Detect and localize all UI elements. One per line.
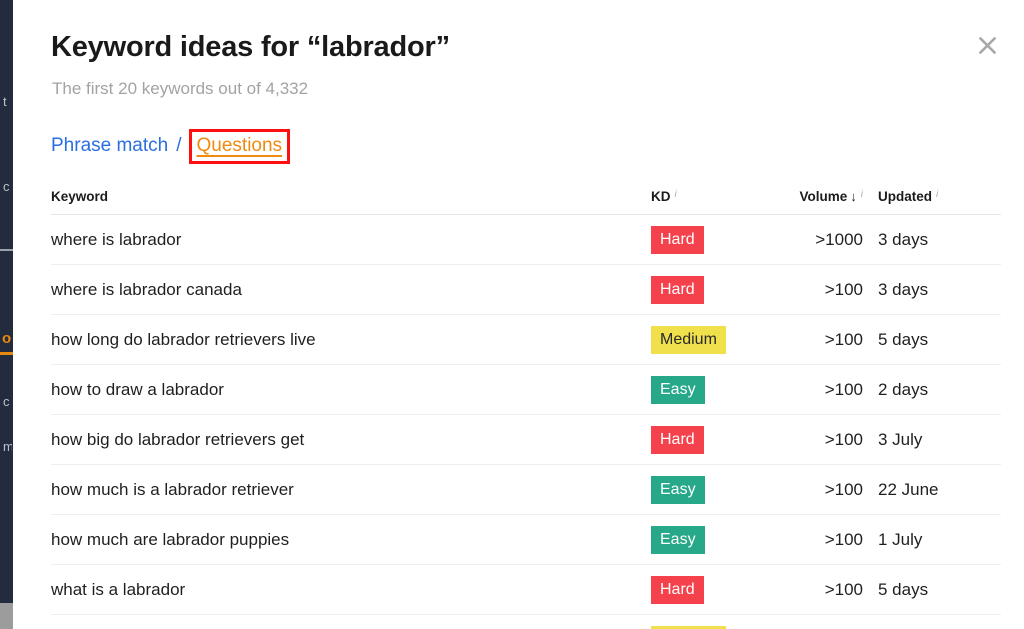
table-row[interactable]: how to draw a labrador Easy >100 2 days	[51, 365, 1001, 415]
match-mode-links: Phrase match / Questions	[51, 129, 291, 164]
close-icon[interactable]	[972, 30, 1002, 60]
table-row[interactable]: how much are labrador puppies Easy >100 1 J…	[51, 515, 1001, 565]
column-header-keyword-label: Keyword	[51, 188, 109, 204]
keyword-ideas-modal: Keyword ideas for “labrador” The first 2…	[13, 0, 1024, 629]
sidebar-divider	[0, 249, 13, 251]
kd-badge: Hard	[651, 225, 704, 254]
sidebar-active-underline	[0, 352, 13, 355]
cell-keyword[interactable]: how much are labrador puppies	[51, 530, 651, 550]
cell-volume: >100	[824, 279, 863, 299]
mode-separator: /	[176, 135, 182, 156]
cell-updated: 3 July	[878, 429, 923, 449]
kd-badge: Easy	[651, 525, 705, 554]
background-sidebar[interactable]: t c o c m	[0, 0, 13, 603]
info-icon[interactable]: i	[936, 189, 938, 200]
questions-highlight-box: Questions	[188, 129, 291, 164]
cell-keyword[interactable]: how to draw a labrador	[51, 380, 651, 400]
cell-keyword[interactable]: how long do labrador retrievers live	[51, 330, 651, 350]
kd-badge: Hard	[651, 575, 704, 604]
table-row[interactable]: where is labrador canada Hard >100 3 days	[51, 265, 1001, 315]
table-row[interactable]: how big do labrador retrievers get Hard >1…	[51, 415, 1001, 465]
cell-kd: Easy	[651, 475, 767, 504]
kd-badge: Hard	[651, 275, 704, 304]
kd-badge: Medium	[651, 625, 726, 629]
cell-volume: >100	[824, 529, 863, 549]
cell-keyword[interactable]: where is labrador	[51, 230, 651, 250]
kd-badge: Easy	[651, 375, 705, 404]
cell-updated: 5 days	[878, 579, 929, 599]
info-icon[interactable]: i	[861, 189, 863, 200]
column-header-updated[interactable]: Updated i	[865, 189, 1008, 204]
column-header-kd-label: KD	[651, 188, 671, 204]
cell-kd: Hard	[651, 425, 767, 454]
cell-kd: Easy	[651, 375, 767, 404]
column-header-updated-label: Updated	[878, 188, 932, 204]
cell-volume: >100	[824, 329, 863, 349]
cell-updated: 3 days	[878, 229, 929, 249]
sort-descending-icon[interactable]: ↓	[850, 189, 857, 204]
kd-badge: Medium	[651, 325, 726, 354]
tab-questions[interactable]: Questions	[197, 135, 283, 156]
table-row[interactable]: where is labrador Hard >1000 3 days	[51, 215, 1001, 265]
table-body: where is labrador Hard >1000 3 days where is…	[51, 215, 1001, 629]
table-row-partial[interactable]: Medium	[51, 615, 1001, 629]
cell-updated: 3 days	[878, 279, 929, 299]
table-header-row: Keyword KD i Volume ↓ i Updated i	[51, 178, 1001, 215]
cell-keyword[interactable]: where is labrador canada	[51, 280, 651, 300]
column-header-kd[interactable]: KD i	[651, 189, 767, 204]
cell-kd: Hard	[651, 275, 767, 304]
cell-kd: Easy	[651, 525, 767, 554]
table-row[interactable]: how long do labrador retrievers live Medi…	[51, 315, 1001, 365]
kd-badge: Hard	[651, 425, 704, 454]
cell-volume: >100	[824, 579, 863, 599]
table-row[interactable]: what is a labrador Hard >100 5 days	[51, 565, 1001, 615]
sidebar-glyph-active: o	[2, 330, 11, 347]
tab-phrase-match[interactable]: Phrase match	[51, 135, 168, 157]
sidebar-glyph: c	[3, 395, 10, 409]
background-bottom-strip	[0, 603, 13, 629]
info-icon[interactable]: i	[675, 189, 677, 200]
keyword-table: Keyword KD i Volume ↓ i Updated i where …	[51, 178, 1001, 629]
cell-kd: Medium	[651, 325, 767, 354]
cell-updated: 22 June	[878, 479, 939, 499]
cell-volume: >100	[824, 479, 863, 499]
column-header-keyword[interactable]: Keyword	[51, 189, 651, 204]
cell-kd: Medium	[651, 625, 767, 629]
results-count-subtitle: The first 20 keywords out of 4,332	[52, 79, 309, 98]
cell-kd: Hard	[651, 575, 767, 604]
column-header-volume[interactable]: Volume ↓ i	[767, 189, 865, 204]
cell-updated: 2 days	[878, 379, 929, 399]
column-header-volume-label: Volume	[799, 188, 848, 204]
cell-volume: >100	[824, 379, 863, 399]
cell-volume: >100	[824, 429, 863, 449]
page-title: Keyword ideas for “labrador”	[51, 31, 450, 63]
close-icon-glyph	[978, 36, 996, 54]
cell-keyword[interactable]: how big do labrador retrievers get	[51, 430, 651, 450]
sidebar-glyph: t	[3, 95, 7, 109]
cell-kd: Hard	[651, 225, 767, 254]
cell-keyword[interactable]: what is a labrador	[51, 580, 651, 600]
cell-updated: 1 July	[878, 529, 923, 549]
kd-badge: Easy	[651, 475, 705, 504]
cell-volume: >1000	[815, 229, 863, 249]
cell-updated: 5 days	[878, 329, 929, 349]
table-row[interactable]: how much is a labrador retriever Easy >100…	[51, 465, 1001, 515]
cell-keyword[interactable]: how much is a labrador retriever	[51, 480, 651, 500]
sidebar-glyph: c	[3, 180, 10, 194]
sidebar-glyph: m	[3, 440, 12, 454]
